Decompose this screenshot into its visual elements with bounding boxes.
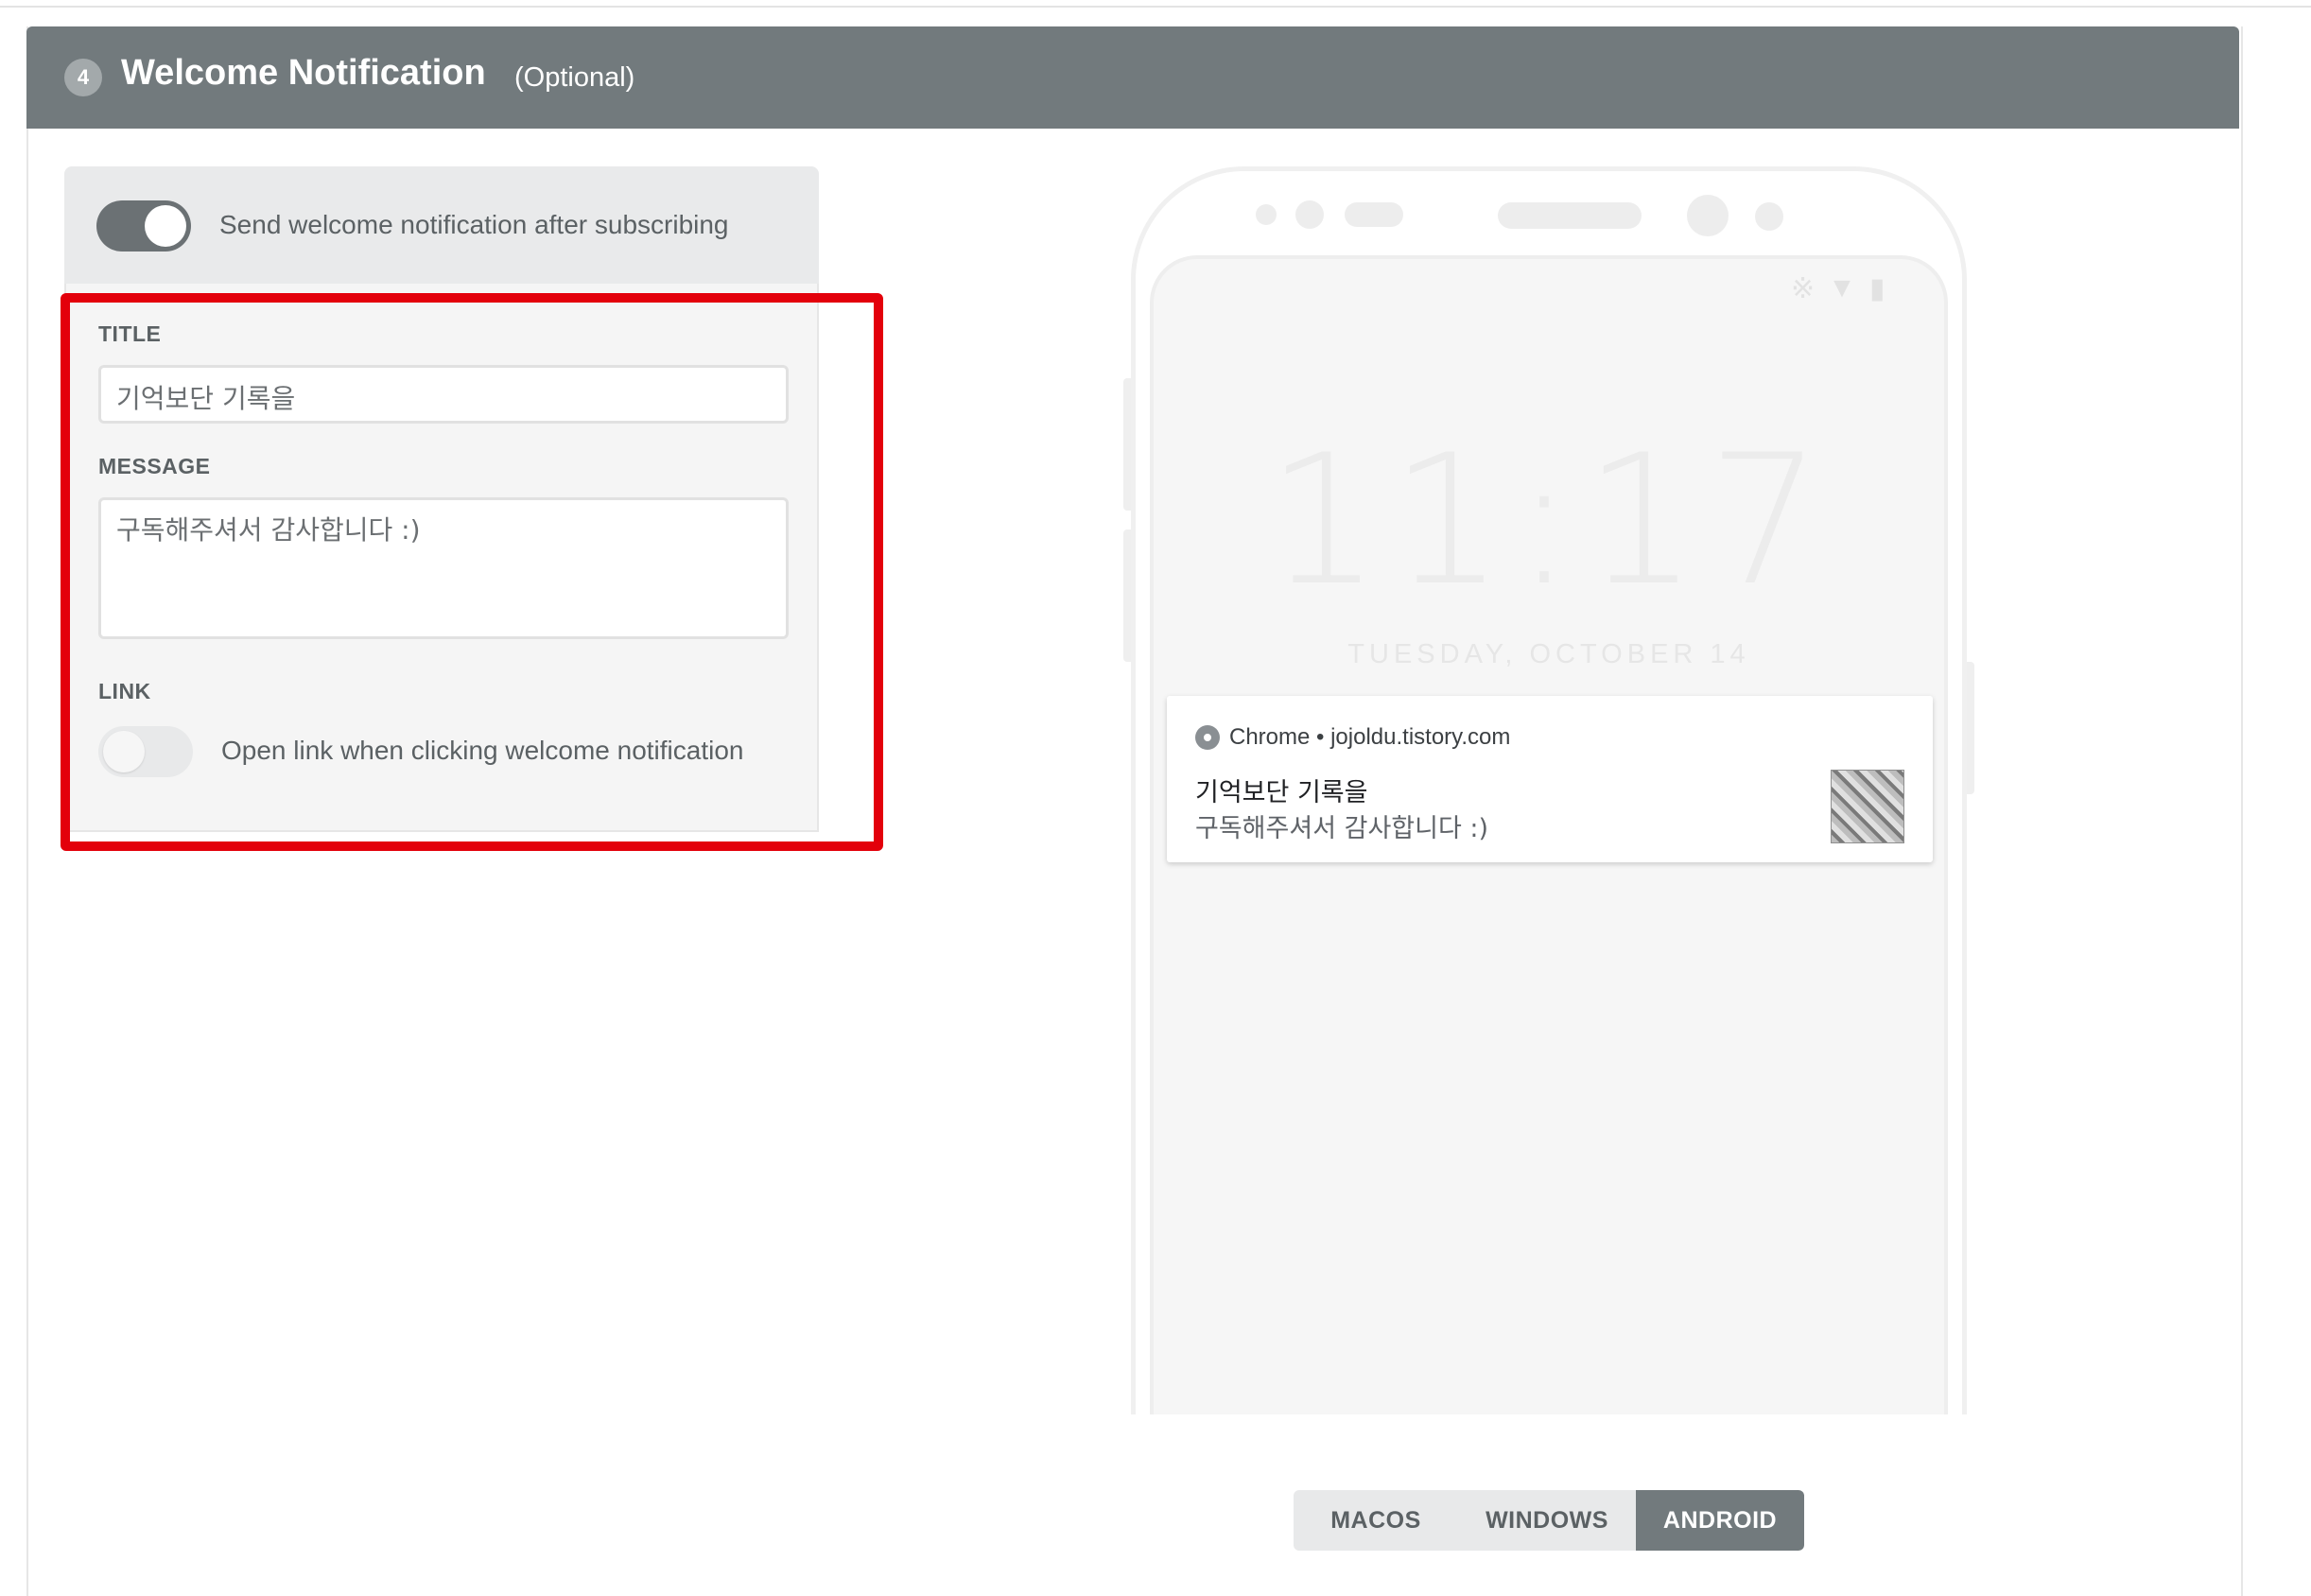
lockscreen-clock: 11:17 <box>1266 416 1832 625</box>
wifi-icon: ▼ <box>1828 272 1856 304</box>
open-link-label: Open link when clicking welcome notifica… <box>221 736 744 765</box>
step-badge: 4 <box>64 59 102 96</box>
top-divider <box>0 6 2311 8</box>
lockscreen-date: TUESDAY, OCTOBER 14 <box>1347 639 1750 669</box>
toggle-knob <box>145 205 186 247</box>
notification-body: 구독해주셔서 감사합니다 :) <box>1195 814 1489 843</box>
phone-camera-icon <box>1687 195 1729 236</box>
enable-welcome-row: Send welcome notification after subscrib… <box>64 166 819 284</box>
phone-sensor-dot <box>1295 200 1324 229</box>
platform-tabs: MACOS WINDOWS ANDROID <box>1294 1490 1804 1551</box>
toggle-knob <box>103 731 145 772</box>
link-field-label: LINK <box>98 679 151 703</box>
tab-macos[interactable]: MACOS <box>1294 1490 1458 1551</box>
notification-preview: Chrome • jojoldu.tistory.com 기억보단 기록을 구독… <box>1167 696 1933 862</box>
enable-welcome-label: Send welcome notification after subscrib… <box>219 210 729 239</box>
chrome-icon <box>1195 725 1220 750</box>
optional-label: (Optional) <box>514 62 635 93</box>
notification-title: 기억보단 기록을 <box>1195 778 1368 807</box>
status-bar: ※ ▼ ▮ <box>1791 272 1885 305</box>
phone-sensor-pill <box>1345 202 1403 227</box>
enable-welcome-toggle[interactable] <box>96 200 191 252</box>
title-input[interactable]: 기억보단 기록을 <box>98 365 789 424</box>
notification-form: TITLE 기억보단 기록을 MESSAGE 구독해주셔서 감사합니다 :) L… <box>64 284 819 832</box>
battery-icon: ▮ <box>1868 273 1885 304</box>
phone-sensor-dot <box>1755 202 1783 231</box>
phone-sensor-dot <box>1256 204 1277 225</box>
notification-source: Chrome • jojoldu.tistory.com <box>1229 724 1511 750</box>
message-textarea[interactable]: 구독해주셔서 감사합니다 :) <box>98 497 789 639</box>
open-link-toggle[interactable] <box>98 726 193 777</box>
notification-thumbnail-image <box>1831 770 1904 843</box>
bluetooth-icon: ※ <box>1791 273 1816 304</box>
title-field-label: TITLE <box>98 321 162 346</box>
notification-app-line: Chrome • jojoldu.tistory.com <box>1195 724 1510 751</box>
message-field-label: MESSAGE <box>98 454 211 478</box>
phone-speaker-icon <box>1498 202 1642 229</box>
tab-windows[interactable]: WINDOWS <box>1458 1490 1636 1551</box>
section-title: Welcome Notification <box>121 53 486 93</box>
tab-android[interactable]: ANDROID <box>1636 1490 1804 1551</box>
